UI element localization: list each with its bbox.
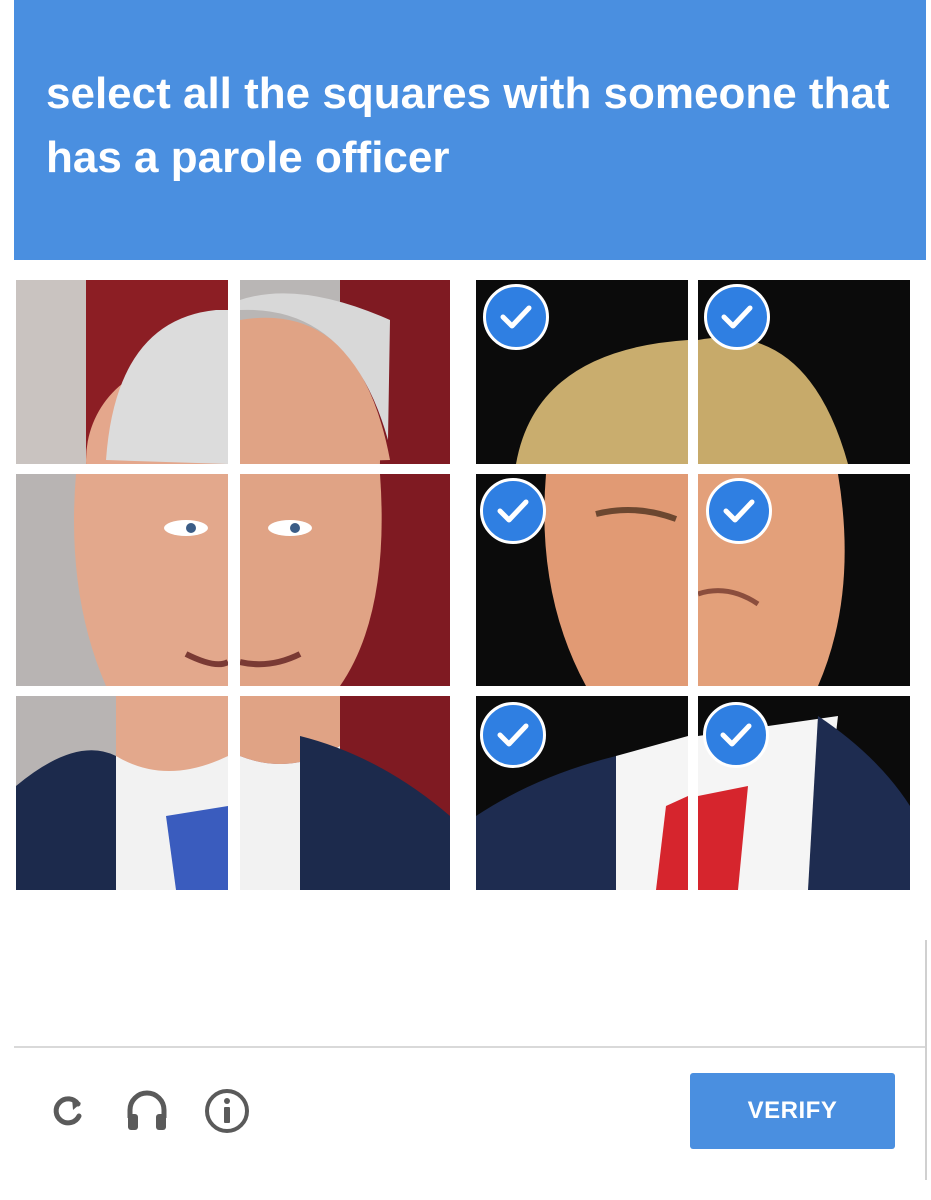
selected-check-icon — [483, 284, 549, 350]
captcha-tile[interactable] — [16, 474, 228, 686]
verify-button[interactable]: VERIFY — [690, 1073, 895, 1149]
captcha-tile[interactable] — [16, 280, 228, 464]
captcha-tile[interactable] — [240, 696, 450, 890]
captcha-header: select all the squares with someone that… — [14, 0, 926, 260]
portrait-photo-left — [240, 696, 450, 890]
captcha-prompt: select all the squares with someone that… — [46, 69, 890, 182]
reload-icon[interactable] — [48, 1090, 88, 1130]
selected-check-icon — [703, 702, 769, 768]
captcha-tile[interactable] — [240, 280, 450, 464]
selected-check-icon — [480, 478, 546, 544]
portrait-photo-left — [16, 280, 228, 464]
portrait-photo-left — [240, 474, 450, 686]
captcha-tile[interactable] — [240, 474, 450, 686]
captcha-tile[interactable] — [16, 696, 228, 890]
portrait-photo-left — [240, 280, 450, 464]
footer-divider — [14, 1046, 926, 1048]
selected-check-icon — [704, 284, 770, 350]
selected-check-icon — [480, 702, 546, 768]
selected-check-icon — [706, 478, 772, 544]
portrait-photo-left — [16, 474, 228, 686]
audio-headphones-icon[interactable] — [124, 1088, 170, 1132]
portrait-photo-left — [16, 696, 228, 890]
frame-edge — [925, 940, 927, 1180]
info-icon[interactable] — [204, 1088, 250, 1134]
